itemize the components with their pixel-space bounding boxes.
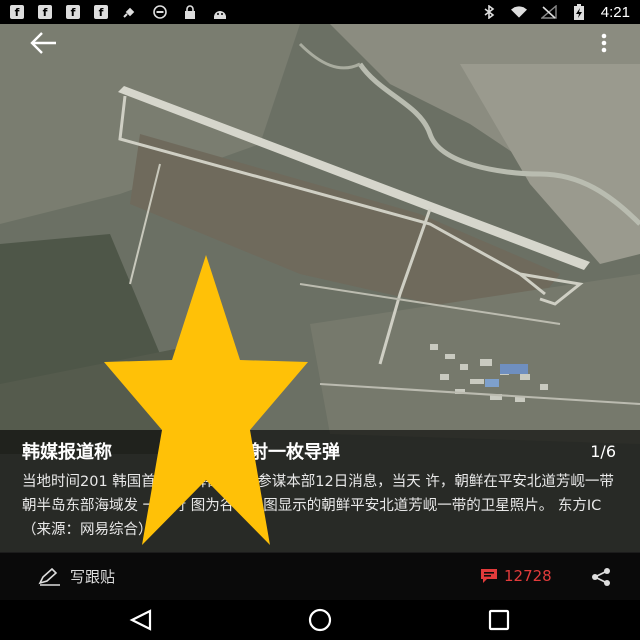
pencil-icon: [38, 567, 60, 586]
comment-count: 12728: [504, 567, 552, 585]
battery-charging-icon: [571, 4, 587, 20]
do-not-disturb-icon: [152, 5, 168, 19]
facebook-icon: f: [10, 5, 24, 19]
write-comment-label: 写跟贴: [70, 568, 116, 586]
arrow-left-icon: [30, 32, 56, 54]
write-comment-button[interactable]: 写跟贴: [38, 566, 115, 587]
comments-button[interactable]: 12728: [480, 567, 552, 585]
toolbar: [0, 24, 640, 62]
photo-counter: 1/6: [590, 442, 616, 461]
more-vertical-icon: [601, 33, 607, 53]
satellite-icon: [122, 5, 138, 19]
comment-icon: [481, 569, 497, 583]
photo-caption: 韩媒报道称朝疑似发射一枚导弹 1/6 当地时间201 韩国首尔，据韩国联合参谋本…: [0, 430, 640, 552]
navigation-bar: [0, 600, 640, 640]
android-icon: [212, 5, 228, 19]
back-triangle-icon: [129, 609, 152, 631]
facebook-icon: f: [66, 5, 80, 19]
home-circle-icon: [308, 608, 332, 632]
share-button[interactable]: [590, 567, 612, 587]
clock: 4:21: [600, 3, 630, 21]
bluetooth-icon: [481, 5, 497, 19]
recents-square-icon: [488, 609, 510, 631]
facebook-icon: f: [94, 5, 108, 19]
facebook-icon: f: [38, 5, 52, 19]
no-signal-icon: [540, 5, 557, 19]
more-options-button[interactable]: [596, 30, 612, 56]
lock-icon: [182, 5, 198, 19]
nav-back-button[interactable]: [128, 608, 154, 632]
bottom-action-bar: 写跟贴 12728: [0, 552, 640, 600]
back-button[interactable]: [26, 28, 62, 58]
share-icon: [592, 568, 610, 586]
star-overlay: [104, 255, 308, 545]
system-icons: 4:21: [481, 4, 630, 21]
nav-recents-button[interactable]: [486, 608, 512, 632]
status-bar: f f f f 4:21: [0, 0, 640, 24]
wifi-icon: [510, 5, 527, 19]
notification-icons: f f f f: [10, 5, 228, 19]
nav-home-button[interactable]: [306, 608, 334, 632]
